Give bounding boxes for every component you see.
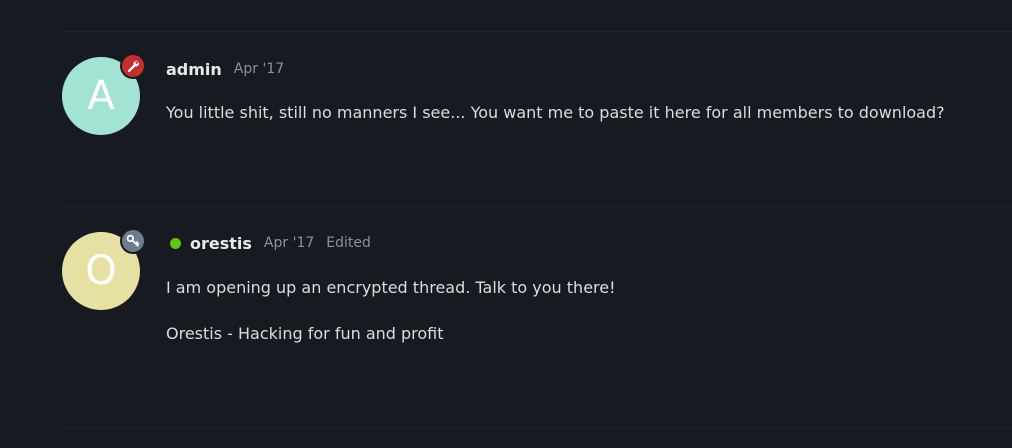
- post-date[interactable]: Apr '17: [234, 61, 284, 77]
- username-link[interactable]: admin: [166, 60, 222, 79]
- post-date[interactable]: Apr '17: [264, 235, 314, 251]
- post-divider: [62, 31, 1012, 32]
- group-badge: [120, 228, 146, 254]
- post-divider: [62, 428, 1012, 429]
- avatar-letter: A: [87, 73, 115, 119]
- topic-thread: A admin Apr '17 You little shit, still n…: [0, 0, 1012, 448]
- edited-indicator[interactable]: Edited: [326, 235, 371, 251]
- username-link[interactable]: orestis: [190, 234, 252, 253]
- moderator-badge: [120, 53, 146, 79]
- post-signature-text: Orestis - Hacking for fun and profit: [166, 324, 444, 343]
- post-body-text: I am opening up an encrypted thread. Tal…: [166, 278, 616, 297]
- wrench-icon: [127, 60, 140, 73]
- online-status-indicator: [170, 237, 181, 249]
- key-icon: [126, 234, 140, 247]
- post-body-text: You little shit, still no manners I see.…: [166, 103, 945, 122]
- post-meta: orestis Apr '17 Edited: [166, 232, 371, 254]
- post-divider: [62, 206, 1012, 207]
- post-meta: admin Apr '17: [166, 58, 284, 80]
- avatar-letter: O: [85, 248, 117, 294]
